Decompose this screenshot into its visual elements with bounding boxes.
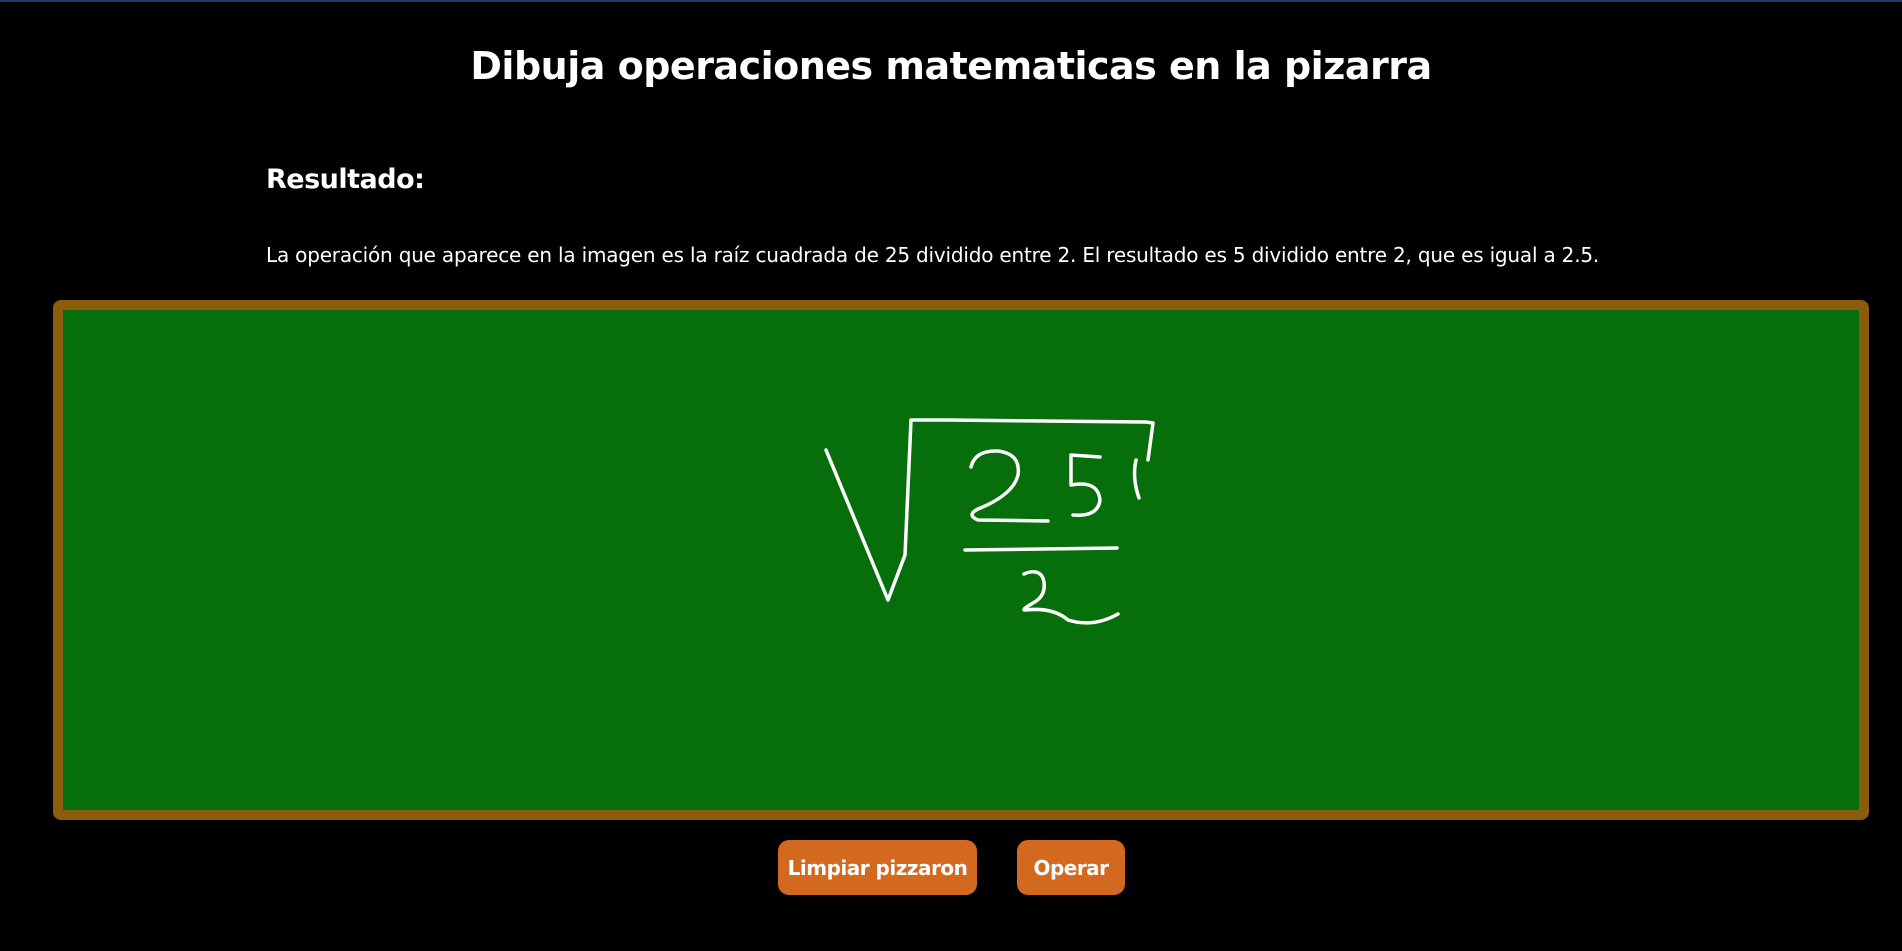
page-title: Dibuja operaciones matematicas en la piz… — [470, 44, 1432, 88]
top-border-line — [0, 0, 1902, 2]
drawing-canvas[interactable] — [63, 310, 1859, 810]
digit-five-stroke — [1069, 453, 1102, 517]
operate-button[interactable]: Operar — [1017, 840, 1125, 895]
sqrt-sign-stroke — [824, 418, 949, 602]
digit-two-stroke — [969, 449, 1050, 523]
fraction-bar-stroke — [963, 546, 1119, 552]
result-heading: Resultado: — [266, 164, 425, 195]
clear-board-button[interactable]: Limpiar pizzaron — [778, 840, 977, 895]
result-text: La operación que aparece en la imagen es… — [266, 243, 1600, 267]
digit-two-denominator-stroke — [1022, 570, 1120, 625]
chalkboard[interactable] — [53, 300, 1869, 820]
closing-tick-stroke — [1132, 458, 1141, 500]
